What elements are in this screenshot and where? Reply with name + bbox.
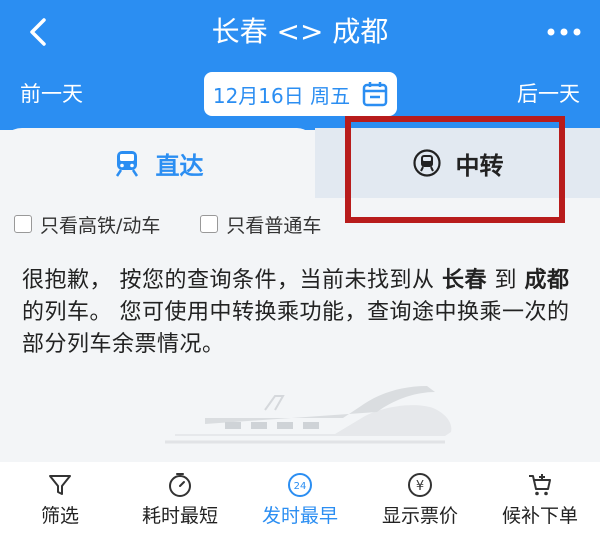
earliest-departure-label: 发时最早: [261, 504, 338, 527]
tab-direct[interactable]: 直达: [0, 128, 315, 198]
route-title: 长春 <> 成都: [211, 15, 389, 48]
message-text-3: 的列车。 您可使用中转换乘功能，查询途中换乘一次的部分列车余票情况。: [22, 300, 570, 357]
next-day-button[interactable]: 后一天: [517, 80, 580, 108]
date-picker[interactable]: 12月16日 周五: [204, 72, 397, 116]
show-price-button[interactable]: ¥ 显示票价: [360, 472, 480, 528]
more-icon[interactable]: [546, 26, 582, 38]
message-text-1: 很抱歉， 按您的查询条件，当前未找到从: [22, 268, 442, 293]
top-navigation-bar: 长春 <> 成都 前一天 12月16日 周五 后一天: [0, 0, 600, 130]
from-station: 长春: [442, 268, 488, 293]
yen-symbol: ¥: [416, 479, 424, 494]
clock-24-icon: 24: [288, 472, 312, 497]
high-speed-label: 只看高铁/动车: [40, 214, 161, 237]
to-station: 成都: [524, 268, 570, 293]
calendar-icon: [362, 82, 388, 107]
message-text-2: 到: [487, 268, 525, 293]
train-illustration: [165, 386, 452, 444]
normal-checkbox[interactable]: [200, 215, 219, 233]
train-icon: [115, 151, 138, 177]
show-price-label: 显示票价: [381, 504, 458, 527]
prev-day-button[interactable]: 前一天: [20, 80, 83, 108]
timer-icon: [169, 472, 191, 497]
date-label: 12月16日 周五: [212, 83, 351, 108]
tab-direct-label: 直达: [155, 151, 204, 180]
clock-24-text: 24: [294, 481, 307, 492]
high-speed-checkbox[interactable]: [14, 215, 32, 233]
filter-normal[interactable]: 只看普通车: [200, 210, 321, 238]
cart-icon: [529, 473, 551, 495]
normal-label: 只看普通车: [226, 214, 322, 237]
transfer-highlight-box: [345, 116, 565, 223]
filter-button[interactable]: 筛选: [0, 472, 120, 528]
waitlist-label: 候补下单: [501, 504, 578, 527]
yen-icon: ¥: [408, 472, 432, 497]
shortest-duration-label: 耗时最短: [141, 504, 218, 527]
filter-label: 筛选: [40, 504, 79, 527]
no-result-message: 很抱歉， 按您的查询条件，当前未找到从 长春 到 成都 的列车。 您可使用中转换…: [22, 265, 582, 361]
filter-icon: [49, 474, 71, 495]
earliest-departure-button[interactable]: 24 发时最早: [240, 472, 360, 528]
bottom-toolbar: 筛选 耗时最短 24 发时最早 ¥ 显示票价 候补下单: [0, 462, 600, 537]
filter-high-speed[interactable]: 只看高铁/动车: [14, 210, 160, 238]
waitlist-button[interactable]: 候补下单: [480, 472, 600, 528]
shortest-duration-button[interactable]: 耗时最短: [120, 472, 240, 528]
filter-options: 只看高铁/动车 只看普通车: [14, 210, 321, 238]
